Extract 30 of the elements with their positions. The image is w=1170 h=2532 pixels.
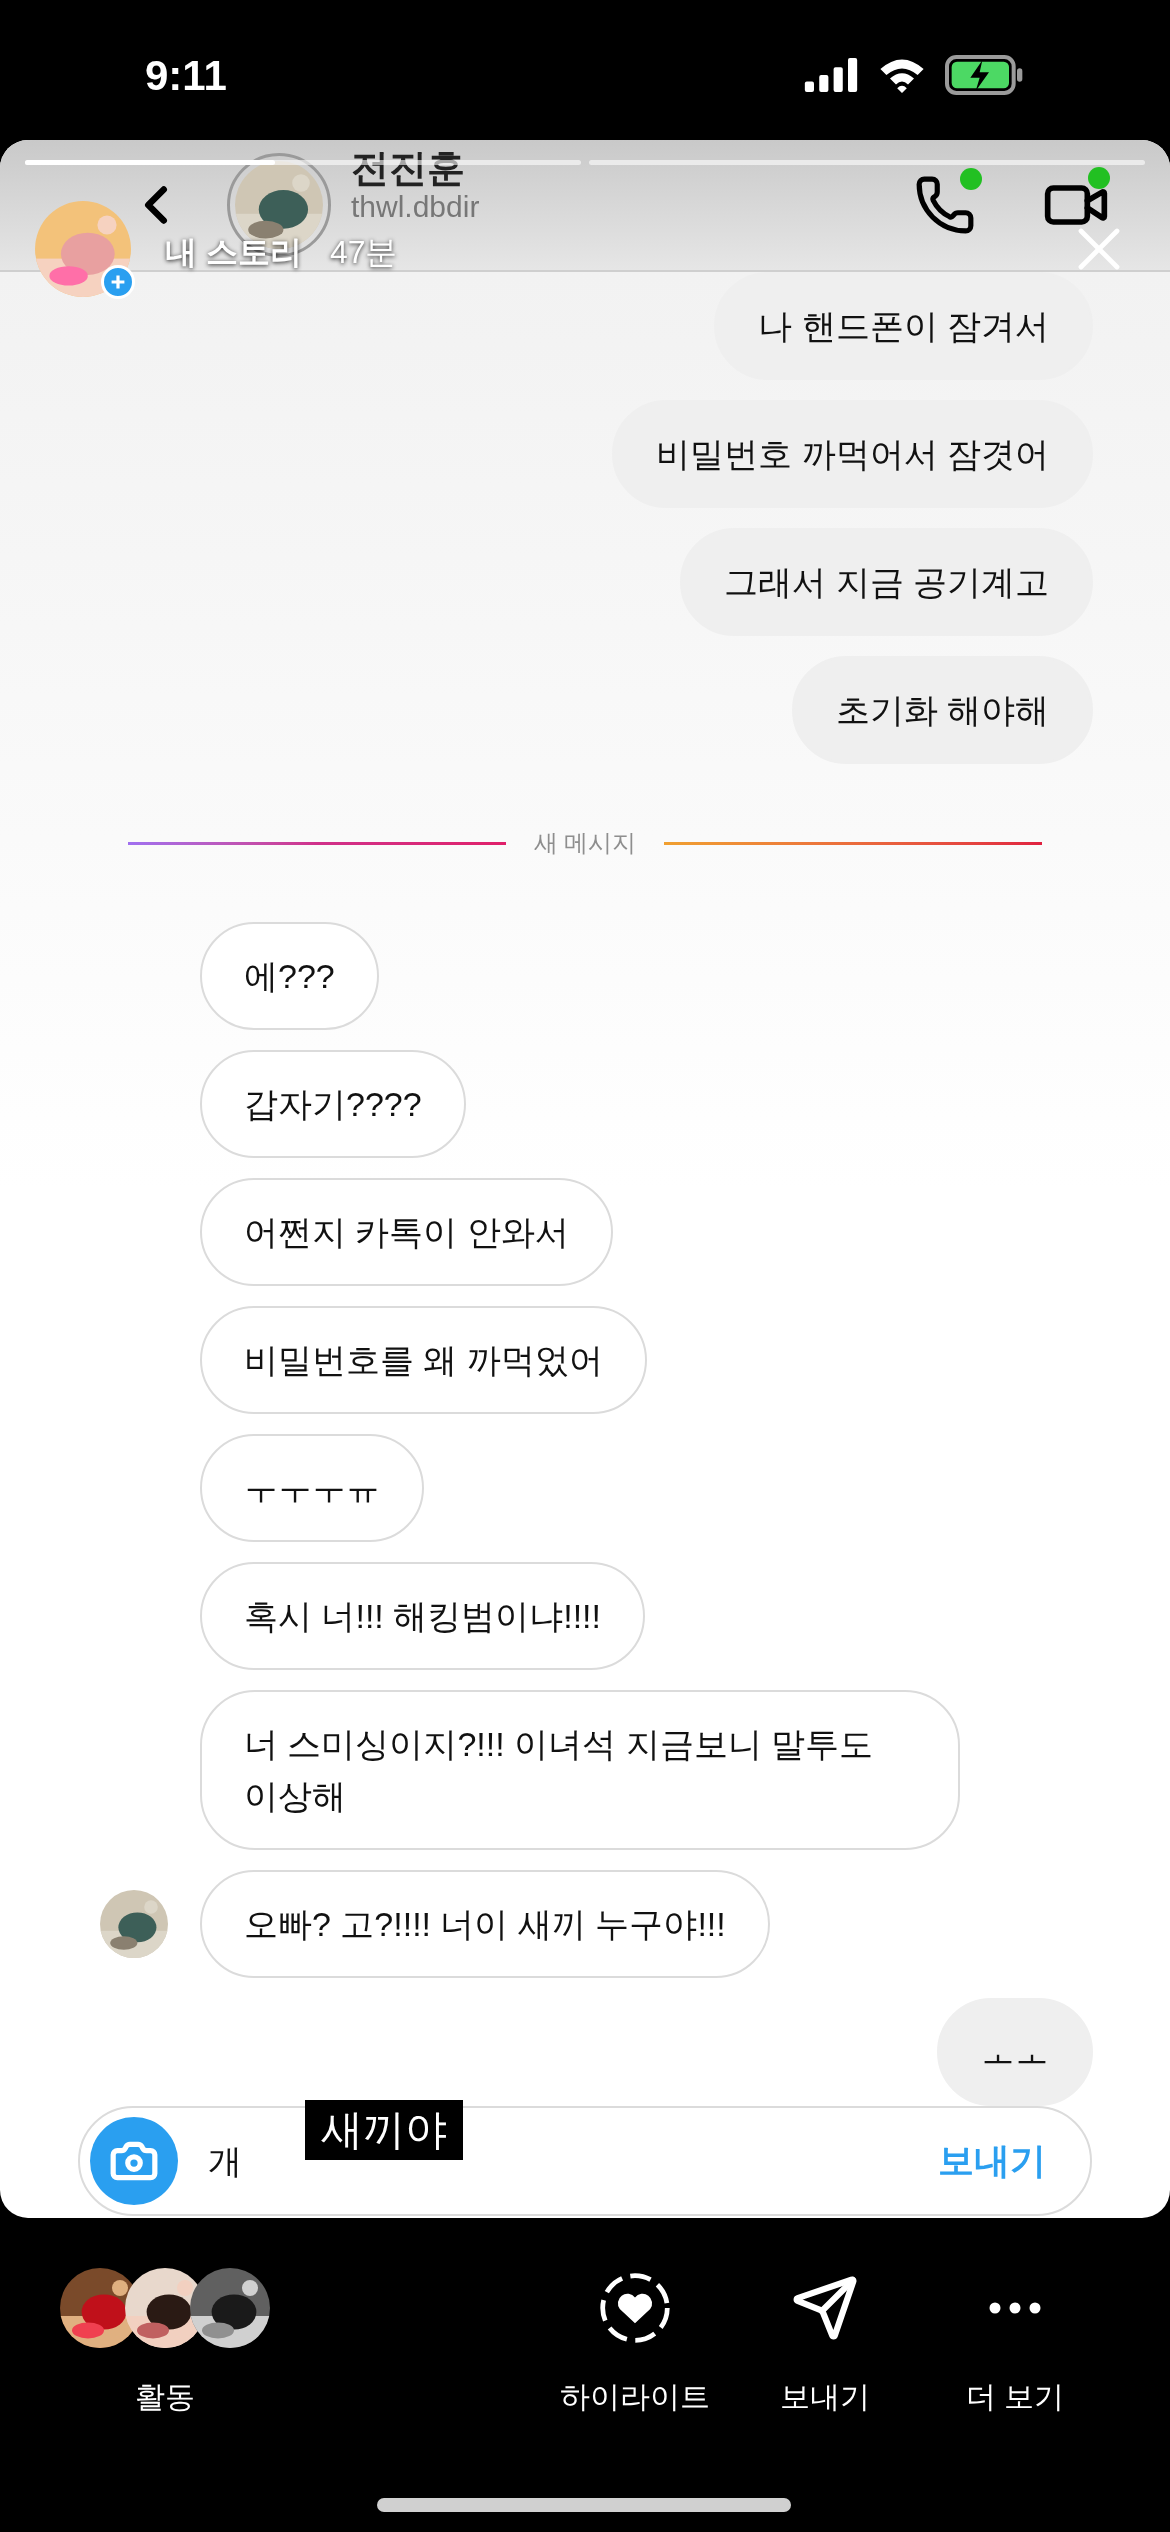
message-bubble: ㅗㅗ [937, 1998, 1093, 2106]
camera-button[interactable] [90, 2117, 178, 2205]
highlight-button[interactable]: 하이라이트 [540, 2268, 730, 2419]
message-bubble: 그래서 지금 공기계고 [680, 528, 1093, 636]
message-bubble: 에??? [200, 922, 379, 1030]
highlight-icon [597, 2270, 673, 2346]
message-bubble: 너 스미싱이지?!!! 이녀석 지금보니 말투도 이상해 [200, 1690, 960, 1850]
send-icon [791, 2274, 859, 2342]
sticker-text: 새끼야 [305, 2100, 463, 2160]
message-bubble: 비밀번호 까먹어서 잠겻어 [612, 400, 1093, 508]
contact-name: 전진훈 [351, 146, 466, 190]
signal-icon [803, 58, 859, 92]
activity-button[interactable]: 활동 [60, 2268, 270, 2419]
battery-icon [945, 55, 1025, 95]
message-bubble: 비밀번호를 왜 까먹었어 [200, 1306, 647, 1414]
send-button[interactable]: 보내기 [730, 2268, 920, 2419]
story-age: 47분 [329, 235, 398, 269]
message-bubble: ㅜㅜㅜㅠ [200, 1434, 424, 1542]
message-bubble: 어쩐지 카톡이 안와서 [200, 1178, 613, 1286]
message-bubble: 갑자기???? [200, 1050, 466, 1158]
message-bubble: 나 핸드폰이 잠겨서 [714, 272, 1093, 380]
more-icon [989, 2302, 1041, 2314]
contact-username: thwl.dbdir [351, 190, 480, 224]
message-bubble: 초기화 해야해 [791, 656, 1093, 764]
status-time: 9:11 [145, 50, 227, 101]
message-bubble: 오빠? 고?!!!! 너이 새끼 누구야!!! [200, 1870, 770, 1978]
message-bubble: 혹시 너!!! 해킹범이냐!!!! [200, 1562, 646, 1670]
new-messages-divider: 새 메시지 [533, 828, 637, 858]
more-button[interactable]: 더 보기 [920, 2268, 1110, 2419]
phone-icon[interactable] [914, 174, 976, 236]
